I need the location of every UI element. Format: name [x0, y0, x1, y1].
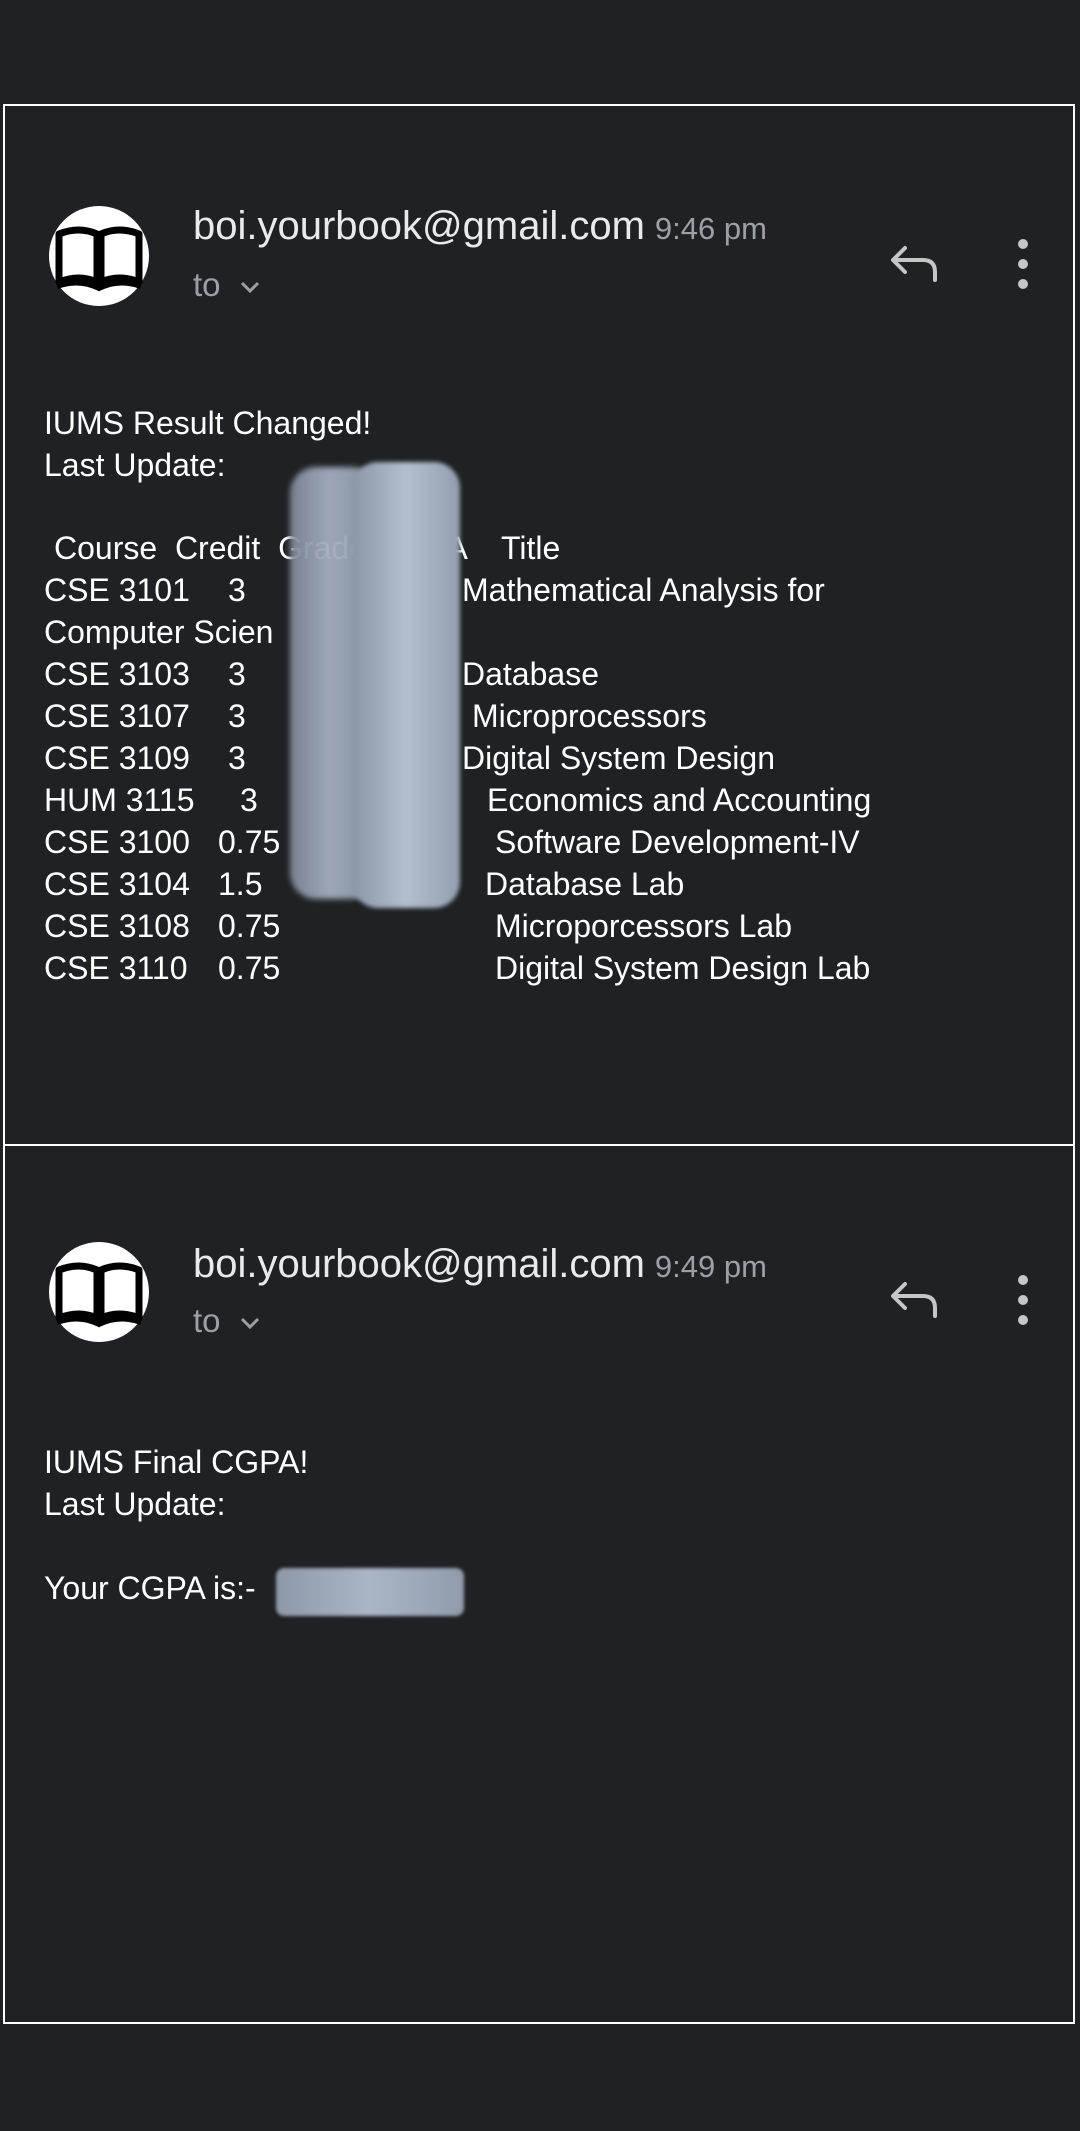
row-credit: 0.75	[218, 950, 281, 986]
message-time: 9:49 pm	[654, 1249, 767, 1284]
email-subject: IUMS Result Changed!	[44, 405, 372, 441]
reply-icon[interactable]	[887, 242, 943, 286]
row-credit: 3	[228, 698, 246, 734]
recipients-toggle[interactable]: to	[193, 1302, 261, 1340]
sender-line: boi.yourbook@gmail.com 9:49 pm	[193, 1242, 767, 1287]
sender-email[interactable]: boi.yourbook@gmail.com	[193, 1242, 645, 1286]
sender-avatar[interactable]	[49, 1242, 149, 1342]
recipients-toggle[interactable]: to	[193, 266, 261, 304]
row-title: Mathematical Analysis for	[462, 572, 825, 608]
email-subject: IUMS Final CGPA!	[44, 1444, 309, 1480]
message-header: boi.yourbook@gmail.com 9:46 pm to	[5, 106, 1073, 306]
row-credit: 0.75	[218, 824, 281, 860]
row-credit: 3	[228, 740, 246, 776]
open-book-icon	[55, 226, 143, 292]
row-course: CSE 3107	[44, 698, 190, 734]
row-course: CSE 3104	[44, 866, 190, 902]
row-title-wrap: Computer Scien	[44, 614, 274, 650]
row-title: Database	[462, 656, 599, 692]
row-title: Digital System Design Lab	[495, 950, 871, 986]
row-credit: 3	[228, 656, 246, 692]
sender-email[interactable]: boi.yourbook@gmail.com	[193, 204, 645, 248]
row-course: CSE 3109	[44, 740, 190, 776]
chevron-down-icon	[240, 282, 259, 294]
chevron-down-icon	[240, 1318, 259, 1330]
last-update-label: Last Update:	[44, 1486, 226, 1522]
row-course: CSE 3110	[44, 950, 188, 986]
row-credit: 1.5	[218, 866, 263, 902]
more-vertical-icon[interactable]	[1011, 234, 1035, 294]
open-book-icon	[55, 1262, 143, 1328]
row-title: Database Lab	[485, 866, 685, 902]
row-course: CSE 3100	[44, 824, 190, 860]
message-time: 9:46 pm	[654, 211, 767, 246]
row-title: Microprocessors	[472, 698, 707, 734]
row-credit: 0.75	[218, 908, 281, 944]
row-title: Software Development-IV	[495, 824, 860, 860]
cgpa-label: Your CGPA is:-	[44, 1570, 256, 1606]
row-title: Economics and Accounting	[487, 782, 872, 818]
row-title: Digital System Design	[462, 740, 775, 776]
sender-avatar[interactable]	[49, 206, 149, 306]
redaction-blur-gpa	[352, 462, 460, 908]
row-course: CSE 3108	[44, 908, 190, 944]
more-vertical-icon[interactable]	[1011, 1270, 1035, 1330]
row-course: CSE 3103	[44, 656, 190, 692]
row-title: Microporcessors Lab	[495, 908, 792, 944]
to-label: to	[193, 1302, 221, 1339]
row-course: HUM 3115	[44, 782, 195, 818]
row-credit: 3	[228, 572, 246, 608]
sender-line: boi.yourbook@gmail.com 9:46 pm	[193, 204, 767, 249]
last-update-label: Last Update:	[44, 447, 226, 483]
to-label: to	[193, 266, 221, 303]
row-course: CSE 3101	[44, 572, 190, 608]
row-credit: 3	[240, 782, 258, 818]
message-header: boi.yourbook@gmail.com 9:49 pm to	[5, 1146, 1073, 1346]
reply-icon[interactable]	[887, 1278, 943, 1322]
redaction-blur-cgpa	[276, 1568, 464, 1616]
